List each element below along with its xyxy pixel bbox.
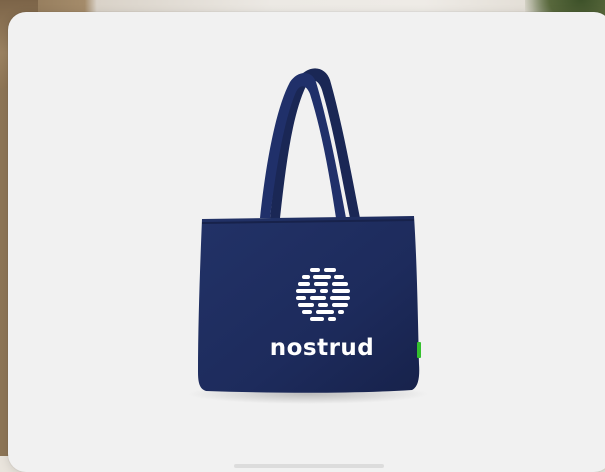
product-card[interactable]: nostrud: [8, 12, 605, 472]
carousel-indicator: [234, 464, 384, 468]
side-tag: [417, 342, 421, 358]
brand-wordmark: nostrud: [270, 335, 375, 361]
tote-bag-image: nostrud: [188, 68, 428, 404]
